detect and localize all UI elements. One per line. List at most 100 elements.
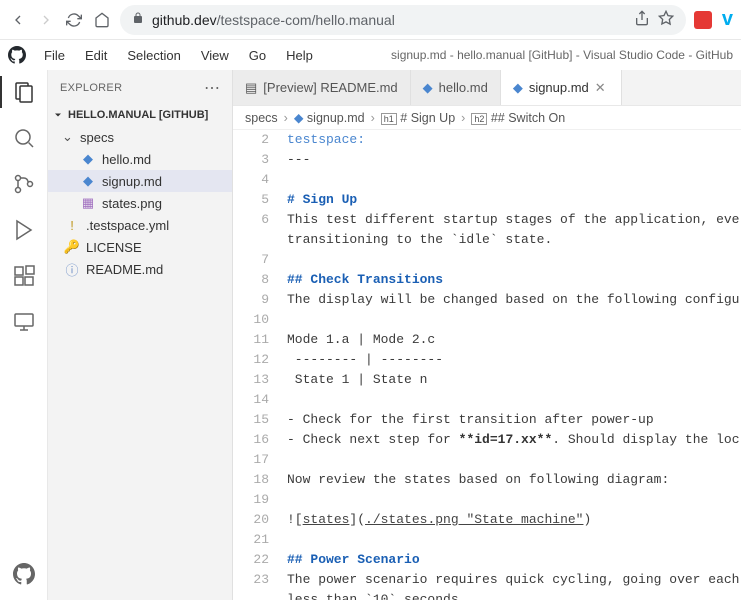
line-gutter: 23456789101112131415161718192021222324 [233, 130, 287, 600]
share-icon[interactable] [634, 10, 650, 29]
code-line[interactable]: - Check next step for **id=17.xx**. Shou… [287, 430, 741, 450]
line-number: 6 [233, 210, 269, 230]
code-line[interactable]: Now review the states based on following… [287, 470, 741, 490]
code-line[interactable]: less than `10` seconds. [287, 590, 741, 600]
explorer-activity-icon[interactable] [10, 78, 38, 106]
code-line[interactable]: This test different startup stages of th… [287, 210, 741, 230]
code-line[interactable]: transitioning to the `idle` state. [287, 230, 741, 250]
tree-label: specs [80, 130, 114, 145]
code-line[interactable] [287, 450, 741, 470]
tab-signup.md[interactable]: ◆signup.md✕ [501, 70, 622, 105]
license-file-icon: 🔑 [64, 239, 80, 255]
line-number: 23 [233, 570, 269, 590]
chevron-down-icon [52, 109, 64, 121]
workspace-folder-label: HELLO.MANUAL [GITHUB] [68, 109, 208, 121]
breadcrumb-part[interactable]: h1 # Sign Up [381, 111, 455, 125]
extension-red-icon[interactable] [694, 11, 712, 29]
tree-file-README.md[interactable]: ⓘREADME.md [48, 258, 232, 280]
code-editor[interactable]: 23456789101112131415161718192021222324 t… [233, 130, 741, 600]
extension-v-icon[interactable]: v [722, 8, 733, 31]
tab-hello.md[interactable]: ◆hello.md [411, 70, 501, 105]
tree-label: .testspace.yml [86, 218, 169, 233]
source-control-activity-icon[interactable] [10, 170, 38, 198]
star-icon[interactable] [658, 10, 674, 29]
code-line[interactable] [287, 530, 741, 550]
breadcrumb-part[interactable]: ◆ signup.md [294, 110, 365, 125]
code-line[interactable] [287, 170, 741, 190]
menu-edit[interactable]: Edit [77, 46, 115, 65]
code-line[interactable] [287, 490, 741, 510]
run-debug-activity-icon[interactable] [10, 216, 38, 244]
menu-file[interactable]: File [36, 46, 73, 65]
breadcrumb[interactable]: specs›◆ signup.md›h1 # Sign Up›h2 ## Swi… [233, 106, 741, 130]
address-bar[interactable]: github.dev/testspace-com/hello.manual [120, 5, 686, 35]
github-activity-icon[interactable] [10, 560, 38, 588]
line-number: 13 [233, 370, 269, 390]
breadcrumb-part[interactable]: specs [245, 111, 278, 125]
yaml-file-icon: ! [64, 218, 80, 233]
code-content[interactable]: testspace:--- # Sign UpThis test differen… [287, 130, 741, 600]
code-line[interactable]: testspace: [287, 130, 741, 150]
menu-go[interactable]: Go [241, 46, 274, 65]
line-number: 12 [233, 350, 269, 370]
line-number: 8 [233, 270, 269, 290]
code-line[interactable]: --- [287, 150, 741, 170]
code-line[interactable]: ![states](./states.png "State machine") [287, 510, 741, 530]
tab-label: hello.md [439, 80, 488, 95]
home-button[interactable] [92, 10, 112, 30]
extensions-activity-icon[interactable] [10, 262, 38, 290]
workbench: EXPLORER ⋯ HELLO.MANUAL [GITHUB] ⌄specs◆… [0, 70, 741, 600]
line-number: 11 [233, 330, 269, 350]
line-number: 15 [233, 410, 269, 430]
back-button[interactable] [8, 10, 28, 30]
code-line[interactable]: - Check for the first transition after p… [287, 410, 741, 430]
search-activity-icon[interactable] [10, 124, 38, 152]
tree-file-signup.md[interactable]: ◆signup.md [48, 170, 232, 192]
line-number: 10 [233, 310, 269, 330]
forward-button[interactable] [36, 10, 56, 30]
tree-folder-specs[interactable]: ⌄specs [48, 126, 232, 148]
workspace-folder[interactable]: HELLO.MANUAL [GITHUB] [48, 106, 232, 124]
code-line[interactable]: The display will be changed based on the… [287, 290, 741, 310]
image-file-icon: ▦ [80, 195, 96, 211]
heading-icon: h1 [381, 113, 397, 125]
code-line[interactable]: -------- | -------- [287, 350, 741, 370]
code-line[interactable]: ## Power Scenario [287, 550, 741, 570]
menu-view[interactable]: View [193, 46, 237, 65]
menu-help[interactable]: Help [278, 46, 321, 65]
preview-icon: ▤ [245, 80, 257, 96]
github-logo-icon [8, 46, 26, 64]
code-line[interactable] [287, 250, 741, 270]
code-line[interactable] [287, 310, 741, 330]
browser-extensions: v [694, 8, 733, 31]
tab-label: [Preview] README.md [263, 80, 397, 95]
chevron-right-icon: › [284, 111, 288, 125]
tab-[Preview] README.md[interactable]: ▤ [Preview] README.md [233, 70, 411, 105]
tree-label: states.png [102, 196, 162, 211]
line-number: 21 [233, 530, 269, 550]
tree-file-.testspace.yml[interactable]: ! .testspace.yml [48, 214, 232, 236]
line-number: 20 [233, 510, 269, 530]
code-line[interactable] [287, 390, 741, 410]
close-icon[interactable]: ✕ [595, 80, 609, 96]
line-number: 16 [233, 430, 269, 450]
breadcrumb-part[interactable]: h2 ## Switch On [471, 111, 565, 125]
tree-file-LICENSE[interactable]: 🔑LICENSE [48, 236, 232, 258]
explorer-more-icon[interactable]: ⋯ [204, 78, 220, 98]
lock-icon [132, 12, 144, 27]
tab-label: signup.md [529, 80, 589, 95]
code-line[interactable]: Mode 1.a | Mode 2.c [287, 330, 741, 350]
markdown-file-icon: ◆ [80, 151, 96, 167]
code-line[interactable]: State 1 | State n [287, 370, 741, 390]
chevron-right-icon: › [371, 111, 375, 125]
tree-file-states.png[interactable]: ▦ states.png [48, 192, 232, 214]
menu-selection[interactable]: Selection [119, 46, 188, 65]
code-line[interactable]: # Sign Up [287, 190, 741, 210]
reload-button[interactable] [64, 10, 84, 30]
code-line[interactable]: ## Check Transitions [287, 270, 741, 290]
remote-activity-icon[interactable] [10, 308, 38, 336]
tree-label: signup.md [102, 174, 162, 189]
tree-file-hello.md[interactable]: ◆hello.md [48, 148, 232, 170]
code-line[interactable]: The power scenario requires quick cyclin… [287, 570, 741, 590]
line-number: 17 [233, 450, 269, 470]
